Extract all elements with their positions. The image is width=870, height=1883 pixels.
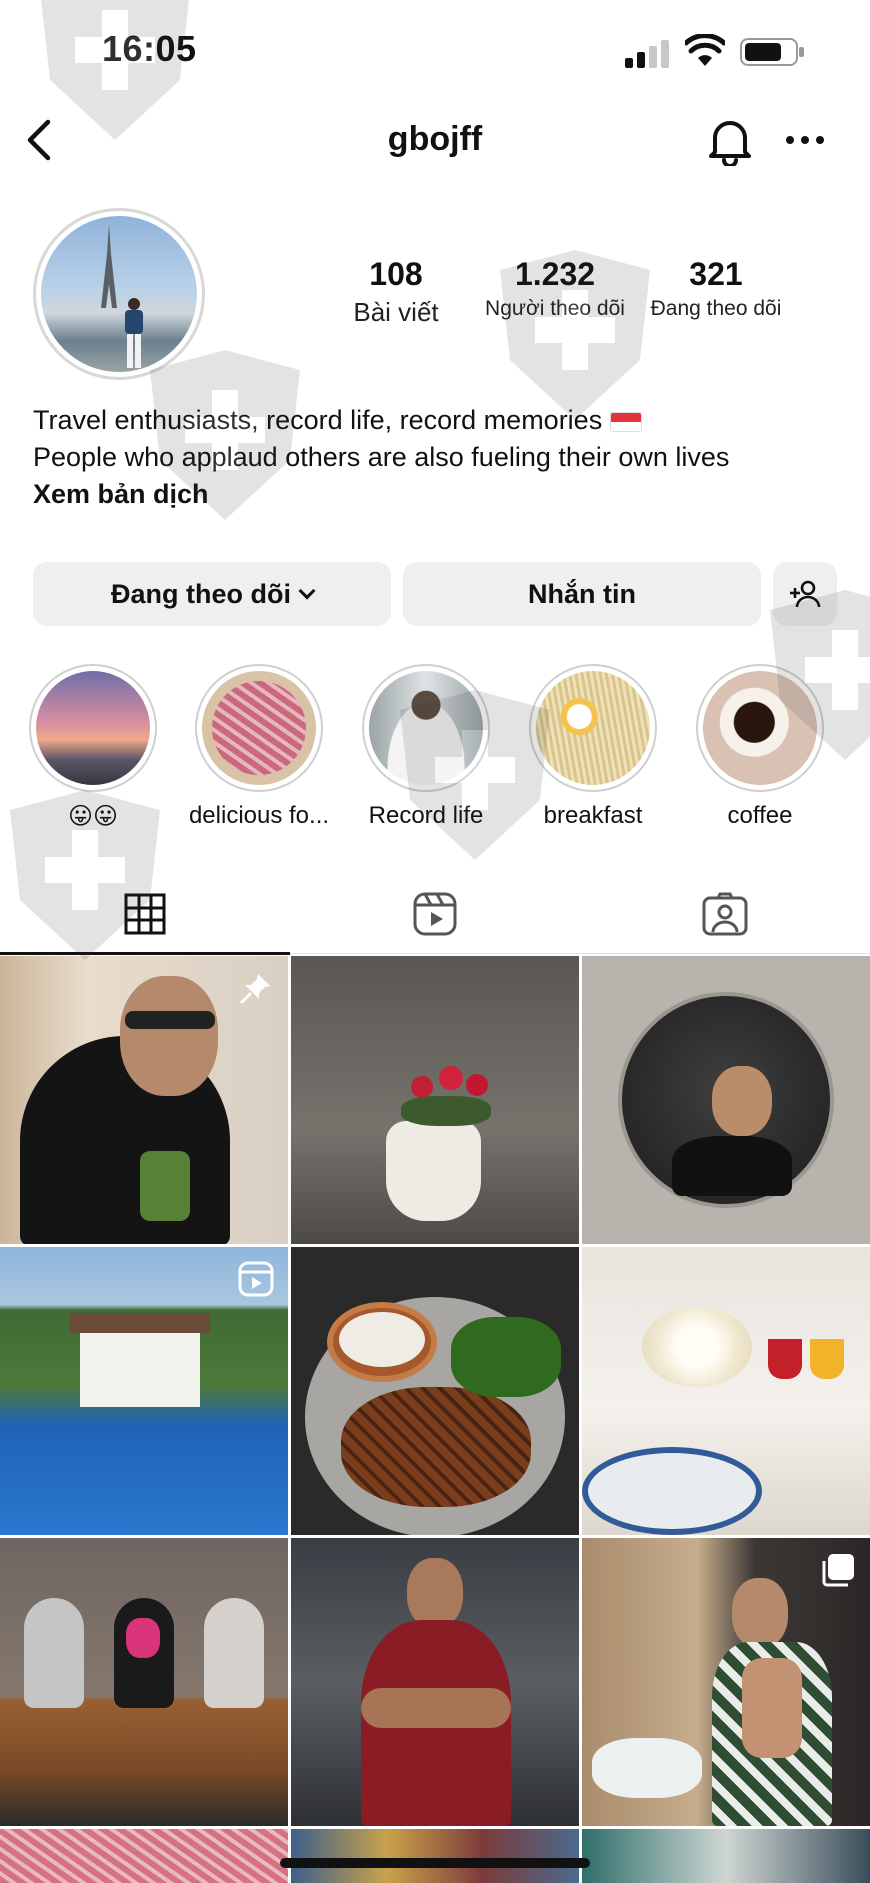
grid-post[interactable] [582, 1538, 870, 1826]
chevron-down-icon [298, 582, 316, 600]
highlight-coffee[interactable]: coffee [680, 664, 840, 830]
grid-post[interactable] [0, 1829, 288, 1883]
following-count-value: 321 [689, 256, 743, 292]
add-person-icon [790, 580, 821, 608]
sunset-image [36, 671, 150, 785]
following-count-label: Đang theo dõi [650, 297, 782, 320]
home-indicator[interactable] [280, 1858, 590, 1868]
posts-count[interactable]: 108 Bài viết [340, 256, 452, 328]
grid-post[interactable] [582, 1247, 870, 1535]
highlight-delicious-food[interactable]: delicious fo... [179, 664, 339, 830]
status-time: 16:05 [102, 28, 197, 69]
highlight-record-life[interactable]: Record life [346, 664, 506, 830]
wifi-icon [685, 34, 725, 66]
person-shape [125, 298, 143, 368]
followers-count-value: 1.232 [514, 256, 596, 292]
highlight-emoji[interactable]: 😛😛 [13, 664, 173, 831]
posts-count-label: Bài viết [353, 297, 439, 327]
following-button-label: Đang theo dõi [111, 578, 291, 609]
grid-post[interactable] [0, 1247, 288, 1535]
profile-bio: Travel enthusiasts, record life, record … [33, 402, 853, 513]
grid-post[interactable] [0, 1538, 288, 1826]
followers-count-label: Người theo dõi [485, 297, 625, 320]
grid-post[interactable] [582, 956, 870, 1244]
grid-post[interactable] [582, 1829, 870, 1883]
portrait-image [369, 671, 483, 785]
bio-line-2: People who applaud others are also fueli… [33, 442, 730, 472]
bio-line-1: Travel enthusiasts, record life, record … [33, 402, 853, 439]
highlight-label: Record life [368, 802, 484, 829]
carousel-icon [822, 1554, 854, 1587]
singapore-flag-icon [610, 411, 643, 432]
grid-post[interactable] [291, 1829, 579, 1883]
following-count[interactable]: 321 Đang theo dõi [640, 256, 792, 321]
reels-icon [413, 892, 457, 936]
noodles-image [536, 671, 650, 785]
highlight-label: delicious fo... [188, 802, 330, 829]
highlight-breakfast[interactable]: breakfast [513, 664, 673, 830]
grid-icon [124, 893, 166, 935]
meat-image [202, 671, 316, 785]
message-button-label: Nhắn tin [528, 578, 636, 609]
eiffel-tower-shape [101, 224, 117, 308]
grid-post[interactable] [291, 1538, 579, 1826]
see-translation-link[interactable]: Xem bản dịch [33, 476, 853, 513]
grid-post[interactable] [291, 956, 579, 1244]
suggested-users-button[interactable] [773, 562, 837, 626]
more-options-icon[interactable] [782, 122, 828, 158]
highlight-label: coffee [727, 802, 793, 829]
tab-posts-grid[interactable] [0, 874, 290, 955]
highlight-label: breakfast [543, 802, 643, 829]
pin-icon [240, 974, 270, 1004]
tab-tagged[interactable] [580, 874, 870, 954]
battery-icon [740, 38, 804, 66]
reel-icon [238, 1261, 274, 1297]
story-highlights: 😛😛 delicious fo... Record life breakfast… [0, 664, 870, 834]
status-bar: 16:05 [0, 0, 870, 100]
followers-count[interactable]: 1.232 Người theo dõi [478, 256, 632, 321]
profile-avatar[interactable] [33, 208, 205, 380]
coffee-image [703, 671, 817, 785]
grid-post[interactable] [291, 1247, 579, 1535]
message-button[interactable]: Nhắn tin [403, 562, 761, 626]
following-button[interactable]: Đang theo dõi [33, 562, 391, 626]
posts-count-value: 108 [369, 256, 423, 292]
grid-post[interactable] [0, 956, 288, 1244]
notification-bell-icon[interactable] [705, 114, 755, 166]
bio-line-1-text: Travel enthusiasts, record life, record … [33, 405, 603, 435]
cellular-signal-icon [625, 38, 671, 68]
profile-header-bar: gbojff [0, 100, 870, 180]
profile-tabs [0, 874, 870, 955]
highlight-label: 😛😛 [67, 803, 119, 830]
tab-reels[interactable] [290, 874, 580, 954]
tagged-person-icon [702, 892, 748, 936]
